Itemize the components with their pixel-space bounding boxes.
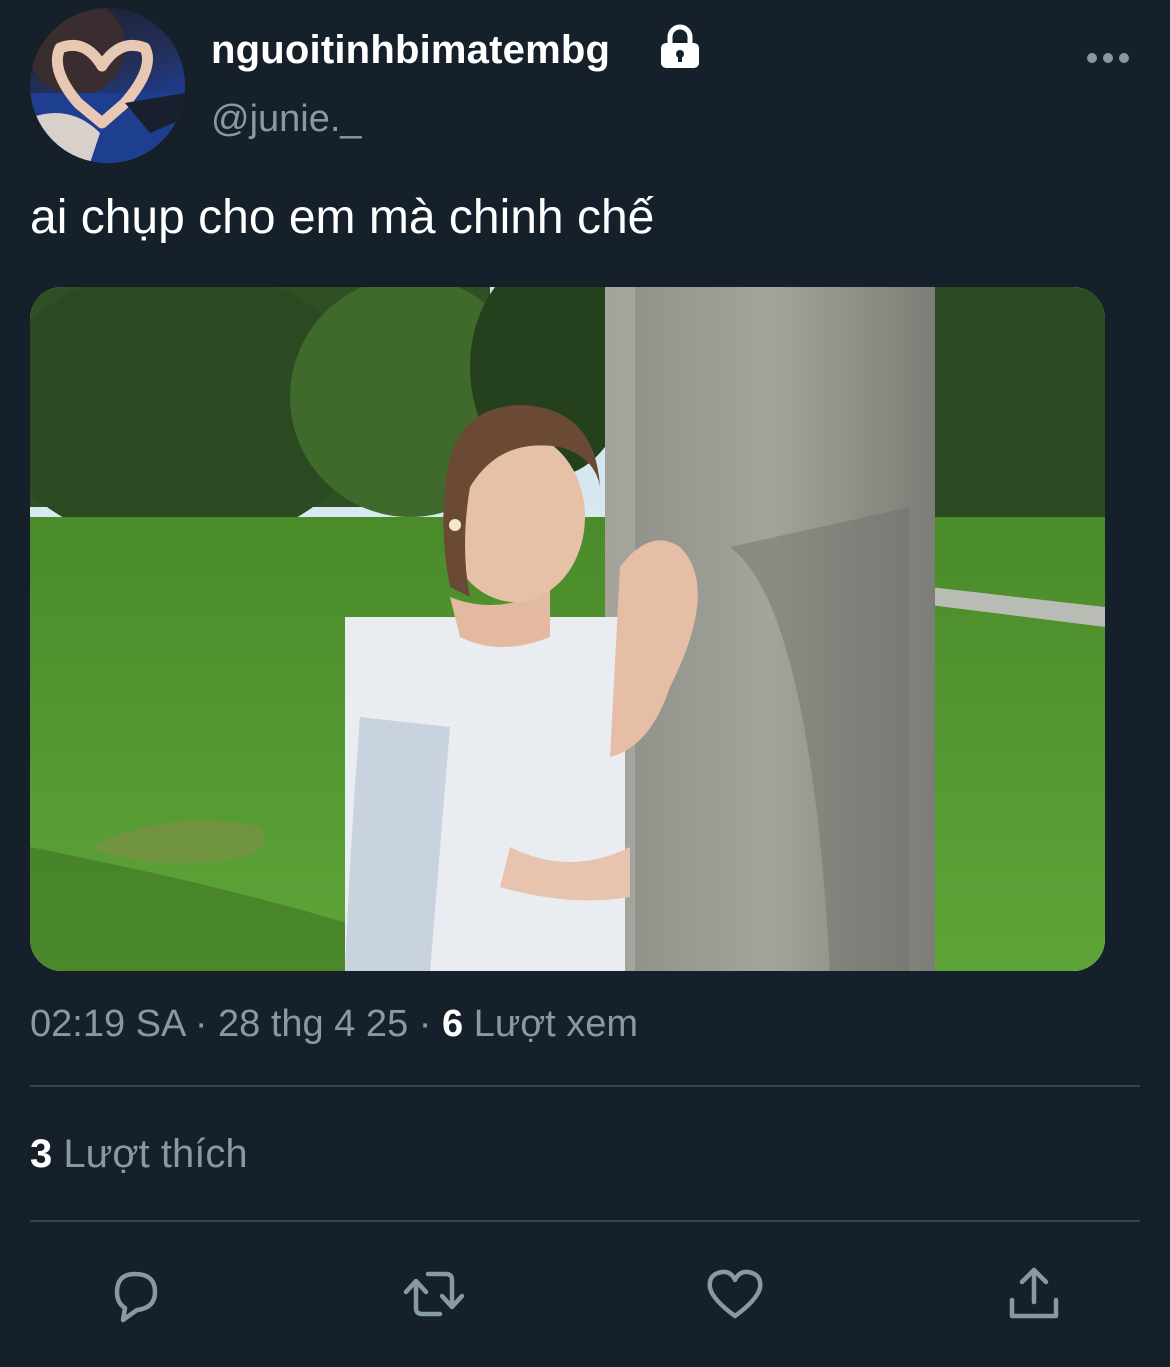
photo-illustration xyxy=(30,287,1105,971)
likes-count: 3 xyxy=(30,1132,53,1176)
lock-icon xyxy=(661,24,699,68)
divider xyxy=(30,1220,1140,1222)
like-button[interactable] xyxy=(703,1262,767,1326)
tweet-text: ai chụp cho em mà chinh chế xyxy=(30,191,655,244)
tweet-meta: 02:19 SA · 28 thg 4 25 · 6 Lượt xem xyxy=(30,1003,638,1046)
views-count: 6 xyxy=(441,1003,464,1045)
retweet-button[interactable] xyxy=(402,1262,466,1326)
avatar[interactable] xyxy=(30,8,185,163)
heart-icon xyxy=(707,1269,763,1319)
tweet-time[interactable]: 02:19 SA xyxy=(30,1003,184,1045)
share-icon xyxy=(1009,1267,1059,1319)
tweet-date[interactable]: 28 thg 4 25 xyxy=(218,1003,408,1045)
likes-stat[interactable]: 3 Lượt thích xyxy=(30,1132,248,1177)
likes-label: Lượt thích xyxy=(63,1132,248,1176)
reply-button[interactable] xyxy=(103,1262,167,1326)
avatar-heart-hands-image xyxy=(30,39,185,163)
handle[interactable]: @junie._ xyxy=(211,98,362,141)
more-options-icon[interactable] xyxy=(1086,48,1130,68)
reply-icon xyxy=(114,1271,158,1323)
display-name[interactable]: nguoitinhbimatembg xyxy=(211,28,610,73)
meta-separator: · xyxy=(194,1003,208,1045)
tweet-media-photo[interactable] xyxy=(30,287,1105,971)
retweet-icon xyxy=(403,1271,465,1317)
tweet-header: nguoitinhbimatembg @junie._ xyxy=(30,8,1140,168)
divider xyxy=(30,1085,1140,1087)
views-label: Lượt xem xyxy=(473,1003,639,1045)
share-button[interactable] xyxy=(1002,1262,1066,1326)
meta-separator: · xyxy=(418,1003,432,1045)
